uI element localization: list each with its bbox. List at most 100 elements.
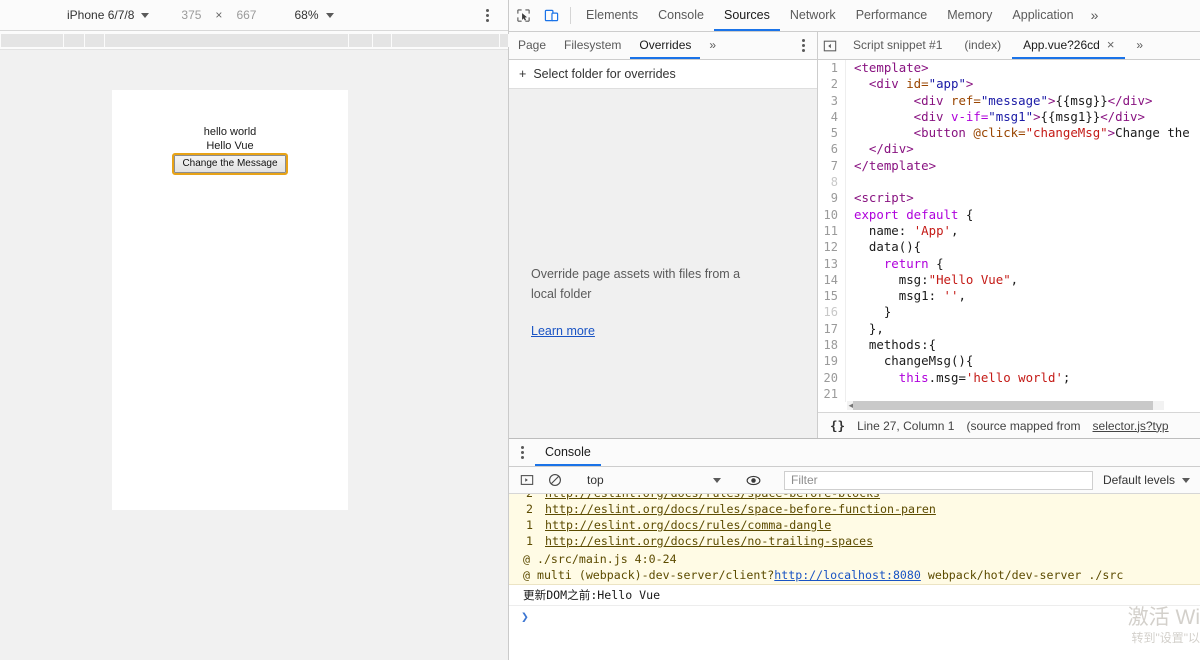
warning-rule-link[interactable]: http://eslint.org/docs/rules/space-befor… <box>545 494 880 501</box>
warning-rule-link[interactable]: http://eslint.org/docs/rules/comma-dangl… <box>545 517 831 533</box>
line-number[interactable]: 1 <box>818 60 846 77</box>
line-number[interactable]: 15 <box>818 288 846 305</box>
line-number[interactable]: 3 <box>818 92 846 109</box>
code-line-text: <div ref="message">{{msg}}</div> <box>846 92 1153 109</box>
device-toolbar-icon[interactable] <box>537 0 565 31</box>
trace-text-after: webpack/hot/dev-server ./src <box>920 568 1124 582</box>
line-number[interactable]: 7 <box>818 157 846 175</box>
code-line: 21 <box>818 385 1200 403</box>
tab-performance[interactable]: Performance <box>846 0 938 31</box>
warning-rule-link[interactable]: http://eslint.org/docs/rules/no-trailing… <box>545 533 873 549</box>
code-token: ; <box>1062 369 1071 385</box>
nav-tab-filesystem[interactable]: Filesystem <box>555 32 630 59</box>
code-viewer[interactable]: 1 <template> 2 <div id="app"> 3 <div ref="m… <box>818 60 1200 412</box>
console-levels-label: Default levels <box>1102 473 1175 487</box>
trace-link[interactable]: http://localhost:8080 <box>774 567 921 583</box>
line-number[interactable]: 16 <box>818 304 846 321</box>
line-number[interactable]: 20 <box>818 369 846 386</box>
code-token: "app" <box>928 76 966 92</box>
nav-tab-page[interactable]: Page <box>509 32 555 59</box>
warning-rule-link[interactable]: http://eslint.org/docs/rules/space-befor… <box>545 501 936 517</box>
console-context-selector[interactable]: top <box>580 473 728 487</box>
line-number[interactable]: 11 <box>818 222 846 240</box>
code-token: , <box>1010 271 1019 287</box>
line-number[interactable]: 14 <box>818 271 846 289</box>
pretty-print-icon[interactable]: {} <box>830 418 845 433</box>
code-line: 5 <button @click="changeMsg">Change the <box>818 125 1200 142</box>
console-prompt[interactable]: ❯ <box>509 606 1200 625</box>
device-selector-label: iPhone 6/7/8 <box>67 8 135 22</box>
line-number[interactable]: 2 <box>818 76 846 93</box>
editor-tab-index[interactable]: (index) <box>953 32 1012 59</box>
nav-tab-overrides[interactable]: Overrides <box>630 32 701 59</box>
chevron-down-icon <box>325 12 334 18</box>
show-navigator-icon[interactable] <box>818 32 842 59</box>
line-number[interactable]: 17 <box>818 320 846 338</box>
change-message-button[interactable]: Change the Message <box>172 153 288 175</box>
sources-content-row: Page Filesystem Overrides » + Select fol… <box>509 32 1200 438</box>
zoom-selector[interactable]: 68% <box>289 6 338 24</box>
select-folder-for-overrides-button[interactable]: + Select folder for overrides <box>509 60 817 89</box>
close-icon[interactable]: × <box>1107 37 1115 52</box>
line-number[interactable]: 6 <box>818 141 846 158</box>
code-token: <div <box>854 108 951 124</box>
tab-elements[interactable]: Elements <box>576 0 648 31</box>
code-line-text: this.msg='hello world'; <box>846 369 1071 386</box>
tab-network[interactable]: Network <box>780 0 846 31</box>
drawer-tab-console[interactable]: Console <box>535 439 601 466</box>
line-number[interactable]: 8 <box>818 174 846 191</box>
code-line-text: data(){ <box>846 239 921 255</box>
code-token: {{msg}} <box>1055 92 1108 108</box>
live-expression-icon[interactable] <box>739 473 767 488</box>
line-number[interactable]: 5 <box>818 125 846 142</box>
line-number[interactable]: 13 <box>818 255 846 272</box>
nav-tab-overflow-icon[interactable]: » <box>700 32 725 59</box>
line-number[interactable]: 10 <box>818 206 846 223</box>
console-sidebar-icon[interactable] <box>513 473 541 487</box>
line-number[interactable]: 19 <box>818 353 846 370</box>
line-number[interactable]: 9 <box>818 190 846 207</box>
clear-console-icon[interactable] <box>541 473 569 487</box>
editor-tab-overflow-icon[interactable]: » <box>1125 32 1154 59</box>
console-log-levels-selector[interactable]: Default levels <box>1099 473 1200 487</box>
console-warning-row: 1 http://eslint.org/docs/rules/comma-dan… <box>509 517 1200 533</box>
editor-tab-app-vue[interactable]: App.vue?26cd × <box>1012 32 1126 59</box>
source-map-link[interactable]: selector.js?typ <box>1093 419 1169 433</box>
tab-overflow-icon[interactable]: » <box>1084 0 1106 31</box>
scrollbar-thumb[interactable] <box>853 401 1153 410</box>
device-height-input[interactable]: 667 <box>231 6 261 24</box>
device-viewport[interactable]: hello world Hello Vue Change the Message <box>112 90 348 510</box>
select-folder-label: Select folder for overrides <box>533 67 676 81</box>
code-line: 8 <box>818 174 1200 191</box>
device-width-input[interactable]: 375 <box>176 6 206 24</box>
tab-console[interactable]: Console <box>648 0 714 31</box>
device-selector[interactable]: iPhone 6/7/8 <box>62 6 154 24</box>
code-line: 19 changeMsg(){ <box>818 353 1200 370</box>
line-number[interactable]: 12 <box>818 239 846 256</box>
line-number[interactable]: 4 <box>818 108 846 126</box>
code-line: 4 <div v-if="msg1">{{msg1}}</div> <box>818 108 1200 126</box>
console-output[interactable]: 2 http://eslint.org/docs/rules/space-bef… <box>509 494 1200 660</box>
code-horizontal-scrollbar[interactable]: ◄ <box>847 401 1164 410</box>
chevron-down-icon <box>713 477 721 483</box>
code-line-text: export default { <box>846 207 973 223</box>
tab-application[interactable]: Application <box>1002 0 1083 31</box>
code-token: {{msg1}} <box>1040 108 1101 124</box>
navigator-tabbar: Page Filesystem Overrides » <box>509 32 817 60</box>
drawer-more-options-icon[interactable] <box>509 439 535 466</box>
inspect-element-icon[interactable] <box>509 0 537 31</box>
editor-tab-script-snippet[interactable]: Script snippet #1 <box>842 32 953 59</box>
console-log-message: 更新DOM之前:Hello Vue <box>509 585 1200 606</box>
code-lines: 1 <template> 2 <div id="app"> 3 <div ref="m… <box>818 60 1200 403</box>
device-more-options-icon[interactable] <box>480 7 494 23</box>
line-number[interactable]: 21 <box>818 385 846 403</box>
code-token: 'App' <box>913 222 951 238</box>
line-number[interactable]: 18 <box>818 337 846 354</box>
navigator-more-options-icon[interactable] <box>795 32 811 59</box>
learn-more-link[interactable]: Learn more <box>531 324 595 338</box>
console-filter-input[interactable] <box>784 470 1093 490</box>
tab-sources[interactable]: Sources <box>713 0 780 31</box>
code-line-text: <div v-if="msg1">{{msg1}}</div> <box>846 109 1145 125</box>
tab-memory[interactable]: Memory <box>937 0 1002 31</box>
console-warning-row: 2 http://eslint.org/docs/rules/space-bef… <box>509 501 1200 517</box>
